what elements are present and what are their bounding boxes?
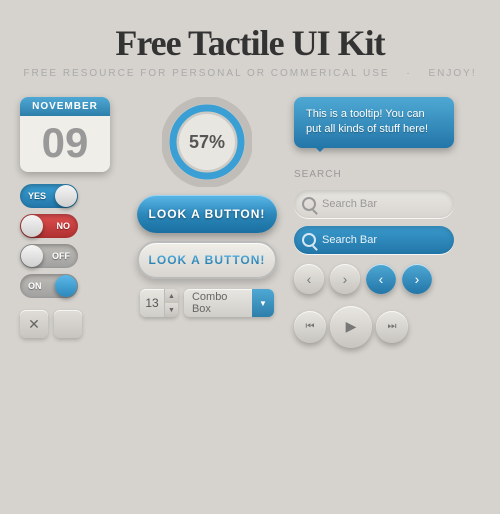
right-column: This is a tooltip! You can put all kinds…: [294, 97, 454, 348]
combo-label: Combo Box: [192, 291, 248, 315]
forward-button[interactable]: ⏭: [376, 311, 408, 343]
empty-button[interactable]: [54, 310, 82, 338]
spinner-input[interactable]: [140, 296, 164, 310]
toggle-group: YES NO OFF ON: [20, 184, 120, 298]
page-title: Free Tactile UI Kit: [0, 22, 500, 64]
toggle-no[interactable]: NO: [20, 214, 120, 238]
play-button[interactable]: ▶: [330, 306, 372, 348]
toggle-no-knob: [21, 215, 43, 237]
calendar-widget: November 09: [20, 97, 110, 172]
media-controls: ⏮ ▶ ⏭: [294, 306, 454, 348]
blue-button-2[interactable]: Look A Button!: [137, 241, 277, 279]
search-label: Search: [294, 164, 454, 182]
main-content: November 09 YES NO: [0, 87, 500, 358]
toggle-no-track[interactable]: NO: [20, 214, 78, 238]
page-header: Free Tactile UI Kit Free Resource for Pe…: [0, 0, 500, 87]
spinner-box[interactable]: ▲ ▼: [140, 289, 178, 317]
search-icon-1: [302, 197, 316, 211]
pagination-row: ‹ › ‹ ›: [294, 264, 454, 294]
toggle-yes-track[interactable]: YES: [20, 184, 78, 208]
checkbox-row: ✕: [20, 310, 120, 338]
toggle-yes-knob: [55, 185, 77, 207]
next-page-btn[interactable]: ›: [330, 264, 360, 294]
toggle-no-label: NO: [57, 221, 71, 231]
toggle-off-track[interactable]: OFF: [20, 244, 78, 268]
tooltip-bubble: This is a tooltip! You can put all kinds…: [294, 97, 454, 148]
toggle-off-label: OFF: [52, 251, 70, 261]
prev-page-btn[interactable]: ‹: [294, 264, 324, 294]
toggle-off[interactable]: OFF: [20, 244, 120, 268]
toggle-yes[interactable]: YES: [20, 184, 120, 208]
tooltip-text: This is a tooltip! You can put all kinds…: [306, 108, 428, 135]
blue-button-1[interactable]: Look A Button!: [137, 195, 277, 233]
combo-box[interactable]: Combo Box ▼: [184, 289, 274, 317]
search-icon-2: [302, 233, 316, 247]
spinner-down[interactable]: ▼: [164, 303, 178, 317]
progress-percent: 57%: [189, 132, 225, 153]
toggle-on-knob: [55, 275, 77, 297]
toggle-on-label: ON: [28, 281, 42, 291]
spinner-up[interactable]: ▲: [164, 289, 178, 303]
calendar-body: 09: [20, 116, 110, 172]
close-button[interactable]: ✕: [20, 310, 48, 338]
page-subtitle: Free Resource for Personal or Commerical…: [0, 68, 500, 79]
search-placeholder-2: Search Bar: [322, 234, 377, 246]
middle-column: 57% Look A Button! Look A Button! ▲ ▼ Co…: [132, 97, 282, 317]
calendar-month: November: [20, 97, 110, 116]
spinner-arrows: ▲ ▼: [164, 289, 178, 317]
next-page-blue-btn[interactable]: ›: [402, 264, 432, 294]
prev-page-blue-btn[interactable]: ‹: [366, 264, 396, 294]
circle-progress: 57%: [162, 97, 252, 187]
search-placeholder-1: Search Bar: [322, 198, 377, 210]
calendar-day: 09: [20, 122, 110, 164]
toggle-yes-label: YES: [28, 191, 46, 201]
spinner-row: ▲ ▼ Combo Box ▼: [140, 289, 274, 317]
toggle-on[interactable]: ON: [20, 274, 120, 298]
left-column: November 09 YES NO: [20, 97, 120, 338]
toggle-off-knob: [21, 245, 43, 267]
search-bar-1[interactable]: Search Bar: [294, 190, 454, 218]
rewind-button[interactable]: ⏮: [294, 311, 326, 343]
combo-arrow-icon: ▼: [252, 289, 274, 317]
search-bar-2[interactable]: Search Bar: [294, 226, 454, 254]
toggle-on-track[interactable]: ON: [20, 274, 78, 298]
